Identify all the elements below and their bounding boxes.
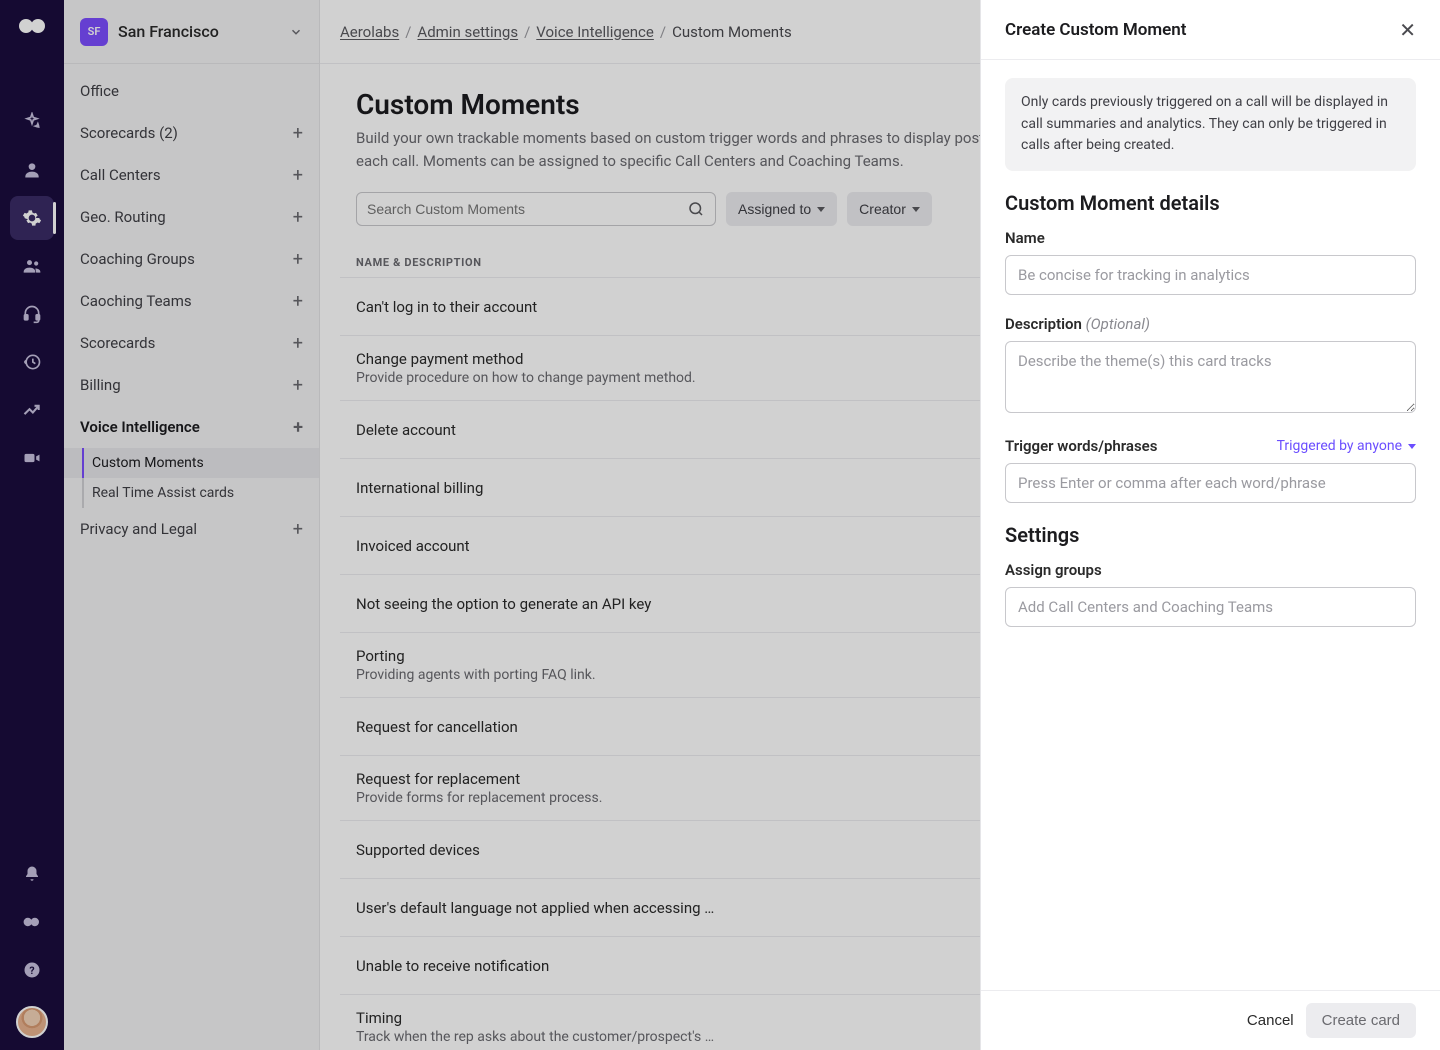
- sidebar-item-label: Office: [80, 82, 119, 100]
- sidebar-item-label: Scorecards: [80, 334, 155, 352]
- chevron-down-icon: [912, 207, 920, 212]
- trigger-input[interactable]: [1005, 463, 1416, 503]
- cancel-button[interactable]: Cancel: [1247, 1012, 1294, 1029]
- sidebar-item-label: Scorecards (2): [80, 124, 178, 142]
- sidebar-item[interactable]: Office: [64, 70, 319, 112]
- description-label: Description (Optional): [1005, 315, 1416, 333]
- crumb-link[interactable]: Admin settings: [417, 23, 518, 41]
- sidebar-item[interactable]: Call Centers +: [64, 154, 319, 196]
- svg-text:?: ?: [29, 964, 34, 977]
- search-input[interactable]: [367, 201, 687, 217]
- plus-icon[interactable]: +: [293, 291, 303, 312]
- sparkle-icon[interactable]: [10, 100, 54, 144]
- drawer-title: Create Custom Moment: [1005, 20, 1187, 40]
- headset-icon[interactable]: [10, 292, 54, 336]
- section-settings-title: Settings: [1005, 523, 1416, 547]
- plus-icon[interactable]: +: [293, 519, 303, 540]
- section-details-title: Custom Moment details: [1005, 191, 1416, 215]
- video-icon[interactable]: [10, 436, 54, 480]
- sidebar-item[interactable]: Voice Intelligence +: [64, 406, 319, 448]
- sidebar-subitem[interactable]: Real Time Assist cards: [64, 478, 319, 508]
- sidebar-item[interactable]: Privacy and Legal +: [64, 508, 319, 550]
- create-moment-drawer: Create Custom Moment ✕ Only cards previo…: [980, 0, 1440, 1050]
- plus-icon[interactable]: +: [293, 165, 303, 186]
- plus-icon[interactable]: +: [293, 207, 303, 228]
- filter-assigned-to[interactable]: Assigned to: [726, 192, 837, 226]
- sidebar-nav: OfficeScorecards (2)+Call Centers+Geo. R…: [64, 64, 319, 550]
- groups-input[interactable]: [1005, 587, 1416, 627]
- plus-icon[interactable]: +: [293, 249, 303, 270]
- chevron-down-icon: [289, 25, 303, 39]
- sidebar-item[interactable]: Billing +: [64, 364, 319, 406]
- groups-icon[interactable]: [10, 244, 54, 288]
- sidebar-item[interactable]: Scorecards (2) +: [64, 112, 319, 154]
- sidebar-item-label: Geo. Routing: [80, 208, 166, 226]
- search-input-wrap[interactable]: [356, 192, 716, 226]
- sidebar-item[interactable]: Scorecards +: [64, 322, 319, 364]
- workspace-name: San Francisco: [118, 22, 279, 41]
- icon-rail: ?: [0, 0, 64, 1050]
- sidebar: SF San Francisco OfficeScorecards (2)+Ca…: [64, 0, 320, 1050]
- plus-icon[interactable]: +: [293, 417, 303, 438]
- avatar[interactable]: [16, 1006, 48, 1038]
- crumb-link[interactable]: Voice Intelligence: [536, 23, 654, 41]
- sidebar-item[interactable]: Caoching Teams +: [64, 280, 319, 322]
- sidebar-item-label: Billing: [80, 376, 121, 394]
- name-input[interactable]: [1005, 255, 1416, 295]
- chevron-down-icon: [817, 207, 825, 212]
- sidebar-item-label: Coaching Groups: [80, 250, 195, 268]
- workspace-badge: SF: [80, 18, 108, 46]
- chat-icon[interactable]: [10, 900, 54, 944]
- person-icon[interactable]: [10, 148, 54, 192]
- gear-icon[interactable]: [10, 196, 54, 240]
- plus-icon[interactable]: +: [293, 375, 303, 396]
- trigger-by-dropdown[interactable]: Triggered by anyone: [1277, 438, 1416, 454]
- name-label: Name: [1005, 229, 1416, 247]
- help-icon[interactable]: ?: [10, 948, 54, 992]
- trend-icon[interactable]: [10, 388, 54, 432]
- search-icon: [687, 200, 705, 218]
- drawer-info: Only cards previously triggered on a cal…: [1005, 78, 1416, 171]
- sidebar-item-label: Privacy and Legal: [80, 520, 197, 538]
- sidebar-item-label: Caoching Teams: [80, 292, 192, 310]
- create-card-button[interactable]: Create card: [1306, 1003, 1416, 1038]
- filter-creator[interactable]: Creator: [847, 192, 932, 226]
- history-icon[interactable]: [10, 340, 54, 384]
- plus-icon[interactable]: +: [293, 333, 303, 354]
- crumb-current: Custom Moments: [672, 23, 792, 41]
- close-icon[interactable]: ✕: [1399, 20, 1416, 40]
- sidebar-item[interactable]: Geo. Routing +: [64, 196, 319, 238]
- description-input[interactable]: [1005, 341, 1416, 413]
- bell-icon[interactable]: [10, 852, 54, 896]
- brand-logo: [18, 12, 46, 40]
- workspace-switcher[interactable]: SF San Francisco: [64, 0, 319, 64]
- sidebar-subitem[interactable]: Custom Moments: [64, 448, 319, 478]
- trigger-label: Trigger words/phrases: [1005, 437, 1157, 455]
- groups-label: Assign groups: [1005, 561, 1416, 579]
- sidebar-item-label: Call Centers: [80, 166, 161, 184]
- chevron-down-icon: [1408, 444, 1416, 449]
- sidebar-item[interactable]: Coaching Groups +: [64, 238, 319, 280]
- sidebar-item-label: Voice Intelligence: [80, 418, 200, 436]
- crumb-link[interactable]: Aerolabs: [340, 23, 399, 41]
- plus-icon[interactable]: +: [293, 123, 303, 144]
